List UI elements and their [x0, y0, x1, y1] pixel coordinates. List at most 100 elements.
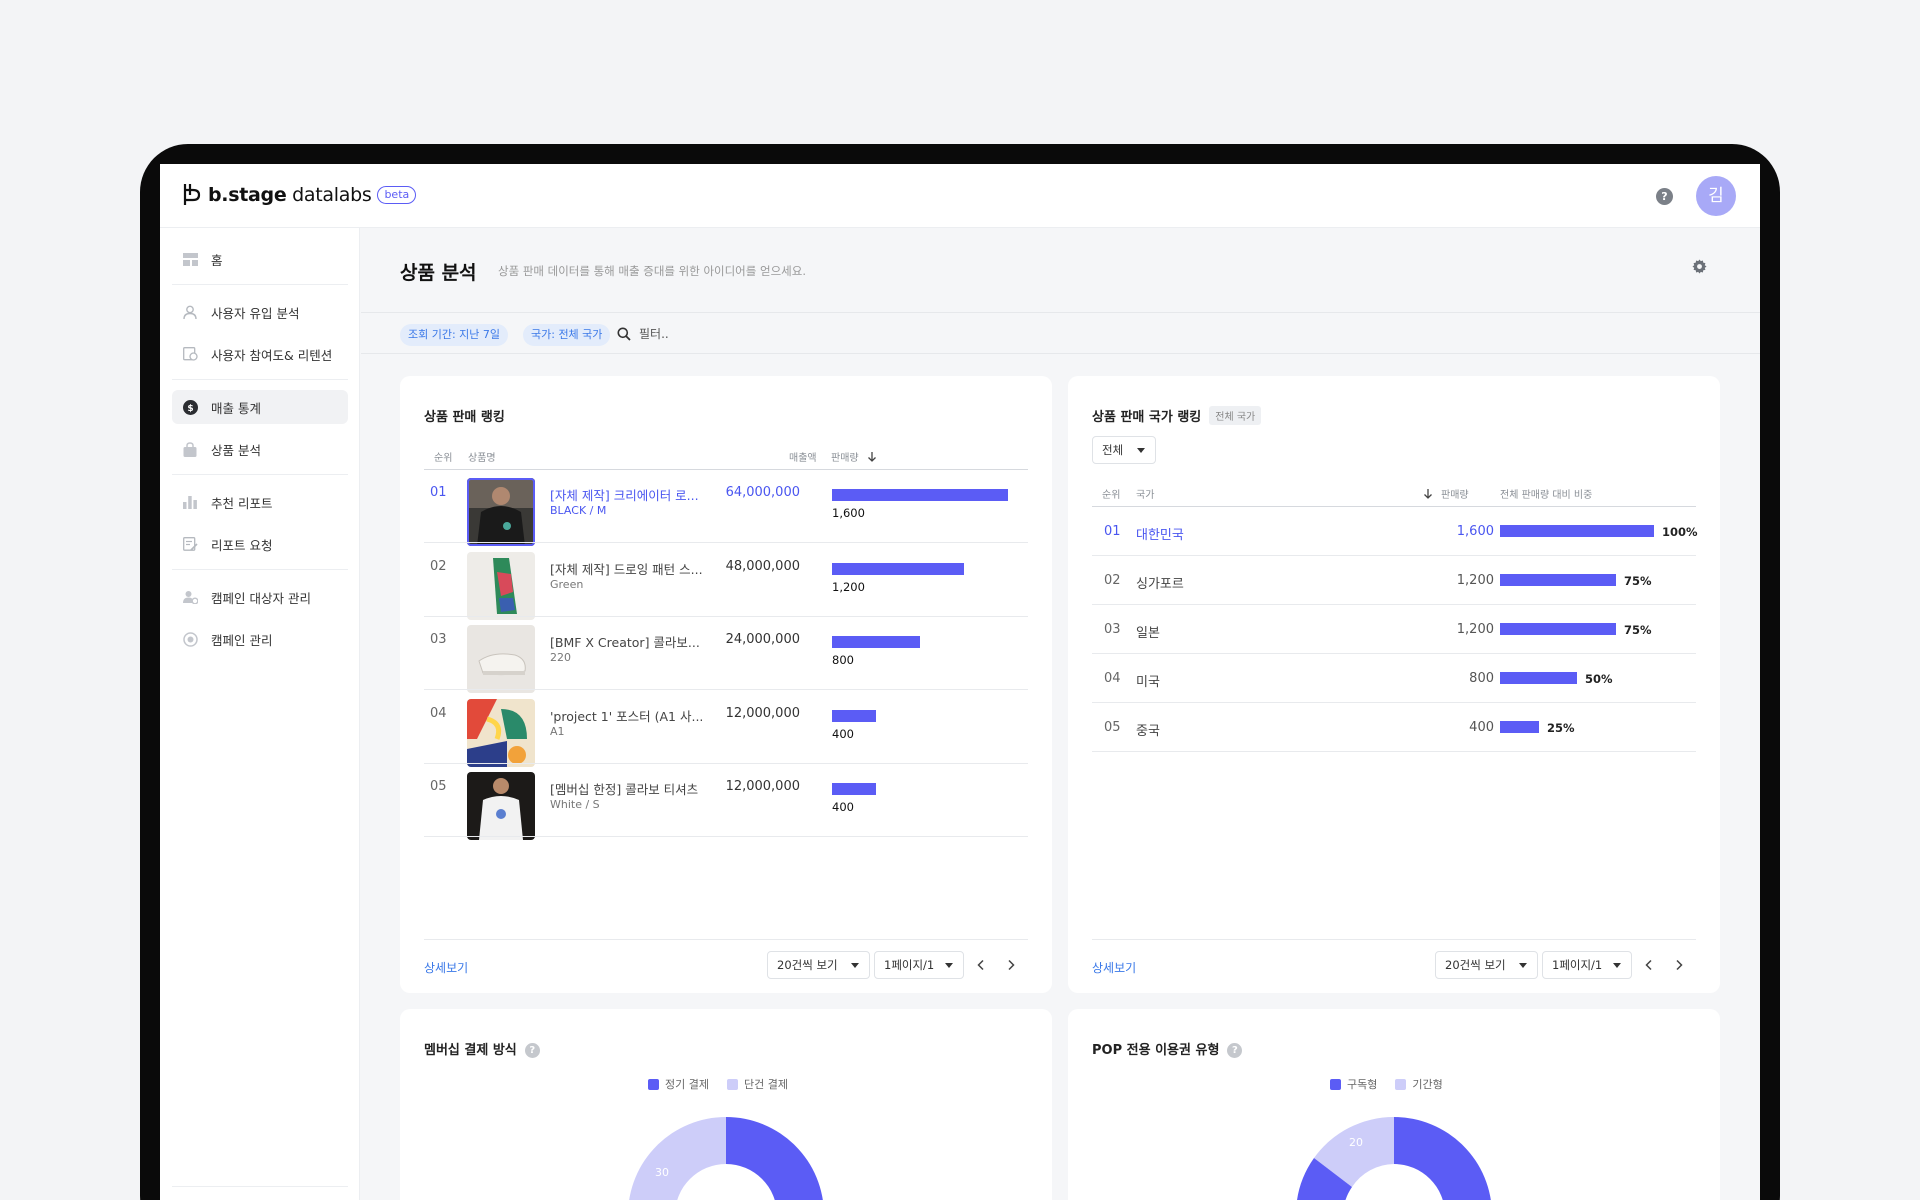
donut-slice-primary[interactable]: [1394, 1117, 1492, 1200]
card-title: POP 전용 이용권 유형: [1092, 1043, 1220, 1058]
help-icon[interactable]: ?: [524, 1043, 540, 1058]
col-qty-sort[interactable]: 판매량: [1423, 486, 1469, 501]
rank-number: 01: [1104, 524, 1121, 539]
sidebar-item-user-acquisition[interactable]: 사용자 유입 분석: [172, 295, 348, 329]
rank-number: 02: [1104, 573, 1121, 588]
table-row[interactable]: 04 'project 1' 포스터 (A1 사... A1 12,000,000 40…: [400, 690, 1052, 767]
card-title: 상품 판매 국가 랭킹: [1092, 410, 1202, 425]
product-name[interactable]: [자체 제작] 크리에이터 로...: [550, 485, 699, 504]
table-row[interactable]: 04 미국 800 50%: [1068, 653, 1720, 703]
table-row[interactable]: 01 대한민국 1,600 100%: [1068, 506, 1720, 556]
product-thumbnail[interactable]: [467, 551, 535, 620]
donut-slice-primary[interactable]: [726, 1117, 824, 1200]
rank-number: 05: [430, 779, 447, 794]
legend-label: 정기 결제: [665, 1078, 709, 1091]
beta-badge: beta: [377, 186, 417, 204]
product-thumbnail[interactable]: [467, 698, 535, 767]
help-icon[interactable]: ?: [1656, 188, 1673, 205]
chevron-right-icon[interactable]: [1006, 959, 1016, 971]
chevron-right-icon[interactable]: [1674, 959, 1684, 971]
product-ranking-card: 상품 판매 랭킹 순위 상품명 매출액 판매량 01 [자체 제작] 크리에이터 …: [400, 376, 1052, 993]
page-select[interactable]: 1페이지/1: [874, 951, 964, 979]
more-link[interactable]: 상세보기: [424, 959, 468, 976]
qty-bar: [832, 709, 876, 722]
rank-number: 04: [430, 705, 447, 721]
col-qty: 판매량: [831, 453, 859, 464]
country-filter-chip[interactable]: 국가: 전체 국가: [523, 324, 611, 346]
page-value: 1페이지/1: [884, 958, 935, 972]
page-value: 1페이지/1: [1552, 958, 1603, 972]
period-filter-chip[interactable]: 조회 기간: 지난 7일: [400, 324, 509, 346]
sidebar-item-campaign-audience[interactable]: 캠페인 대상자 관리: [172, 580, 348, 614]
qty-bar: [832, 489, 1008, 501]
qty-value: 1,200: [1456, 573, 1494, 588]
page-size-select[interactable]: 20건씩 보기: [1435, 951, 1538, 979]
card-title: 멤버십 결제 방식: [424, 1043, 517, 1058]
legend-label: 단건 결제: [743, 1078, 788, 1091]
col-country: 국가: [1136, 490, 1155, 501]
qty-value: 400: [1469, 720, 1494, 735]
product-name[interactable]: 'project 1' 포스터 (A1 사...: [550, 706, 703, 725]
sidebar-item-report-request[interactable]: 리포트 요청: [172, 527, 348, 561]
share-bar: [1500, 623, 1616, 635]
table-row[interactable]: 02 싱가포르 1,200 75%: [1068, 555, 1720, 605]
legend-swatch: [648, 1078, 659, 1090]
filter-search[interactable]: 필터..: [617, 325, 669, 342]
donut-slice-secondary[interactable]: [628, 1117, 726, 1200]
country-name: 중국: [1136, 724, 1160, 739]
logo-icon: [183, 184, 201, 205]
chevron-left-icon[interactable]: [1644, 959, 1654, 971]
sidebar-item-label: 캠페인 관리: [211, 632, 273, 648]
product-thumbnail[interactable]: [467, 478, 535, 546]
sidebar-item-engagement[interactable]: 사용자 참여도& 리텐션: [172, 337, 348, 371]
product-name[interactable]: [BMF X Creator] 콜라보...: [550, 632, 700, 651]
sidebar-item-product-analysis[interactable]: 상품 분석: [172, 432, 348, 466]
more-link[interactable]: 상세보기: [1092, 959, 1136, 976]
scope-badge: 전체 국가: [1209, 406, 1262, 425]
page-select[interactable]: 1페이지/1: [1542, 951, 1632, 979]
avatar[interactable]: 김: [1696, 176, 1736, 216]
country-name: 일본: [1136, 626, 1160, 641]
logo[interactable]: b.stage datalabs beta: [182, 183, 417, 207]
caret-down-icon: [1613, 963, 1621, 968]
table-row[interactable]: 03 일본 1,200 75%: [1068, 604, 1720, 654]
legend-label: 구독형: [1347, 1078, 1378, 1091]
sidebar-item-campaign-manage[interactable]: 캠페인 관리: [172, 622, 348, 656]
table-row[interactable]: 01 [자체 제작] 크리에이터 로... BLACK / M 64,000,000 1…: [400, 469, 1052, 546]
product-name[interactable]: [자체 제작] 드로잉 패턴 스...: [550, 559, 703, 578]
qty-value: 1,600: [1456, 524, 1494, 539]
table-row[interactable]: 02 [자체 제작] 드로잉 패턴 스... Green 48,000,000 1,20…: [400, 543, 1052, 620]
caret-down-icon: [1519, 963, 1527, 968]
sidebar-item-label: 홈: [211, 252, 223, 268]
user-icon: [182, 304, 198, 320]
donut-chart: 30: [628, 1117, 824, 1200]
qty-value: 400: [832, 726, 854, 741]
help-icon[interactable]: ?: [1227, 1043, 1243, 1058]
sidebar-item-recommend-report[interactable]: 추천 리포트: [172, 485, 348, 519]
qty-value: 1,200: [1456, 622, 1494, 637]
product-name[interactable]: [멤버십 한정] 콜라보 티셔츠: [550, 779, 698, 798]
country-ranking-card: 상품 판매 국가 랭킹 전체 국가 전체 순위 국가 판매량 전체 판매량 대비…: [1068, 376, 1720, 993]
target-icon: [182, 631, 198, 647]
product-option: 220: [550, 651, 571, 664]
table-row[interactable]: 05 [멤버십 한정] 콜라보 티셔츠 White / S 12,000,000 400: [400, 763, 1052, 840]
product-thumbnail[interactable]: [467, 772, 535, 840]
product-thumbnail[interactable]: [467, 625, 535, 693]
table-row[interactable]: 05 중국 400 25%: [1068, 702, 1720, 752]
col-qty-sort[interactable]: 판매량: [831, 449, 877, 464]
page-size-select[interactable]: 20건씩 보기: [767, 951, 870, 979]
caret-down-icon: [1137, 448, 1145, 453]
revenue-value: 64,000,000: [725, 485, 800, 500]
country-scope-select[interactable]: 전체: [1092, 436, 1156, 464]
sidebar-item-sales-stats[interactable]: $ 매출 통계: [172, 390, 348, 424]
legend-item: 정기 결제: [648, 1076, 709, 1092]
page-size-value: 20건씩 보기: [777, 958, 838, 972]
card-title: 상품 판매 랭킹: [424, 410, 505, 425]
row-divider: [1092, 751, 1696, 752]
chevron-left-icon[interactable]: [976, 959, 986, 971]
table-row[interactable]: 03 [BMF X Creator] 콜라보... 220 24,000,000 800: [400, 616, 1052, 693]
sidebar-item-home[interactable]: 홈: [172, 242, 348, 276]
sidebar-item-label: 추천 리포트: [211, 495, 273, 511]
filter-bar: 조회 기간: 지난 7일 국가: 전체 국가 필터..: [361, 312, 1760, 354]
gear-icon[interactable]: [1692, 259, 1707, 278]
